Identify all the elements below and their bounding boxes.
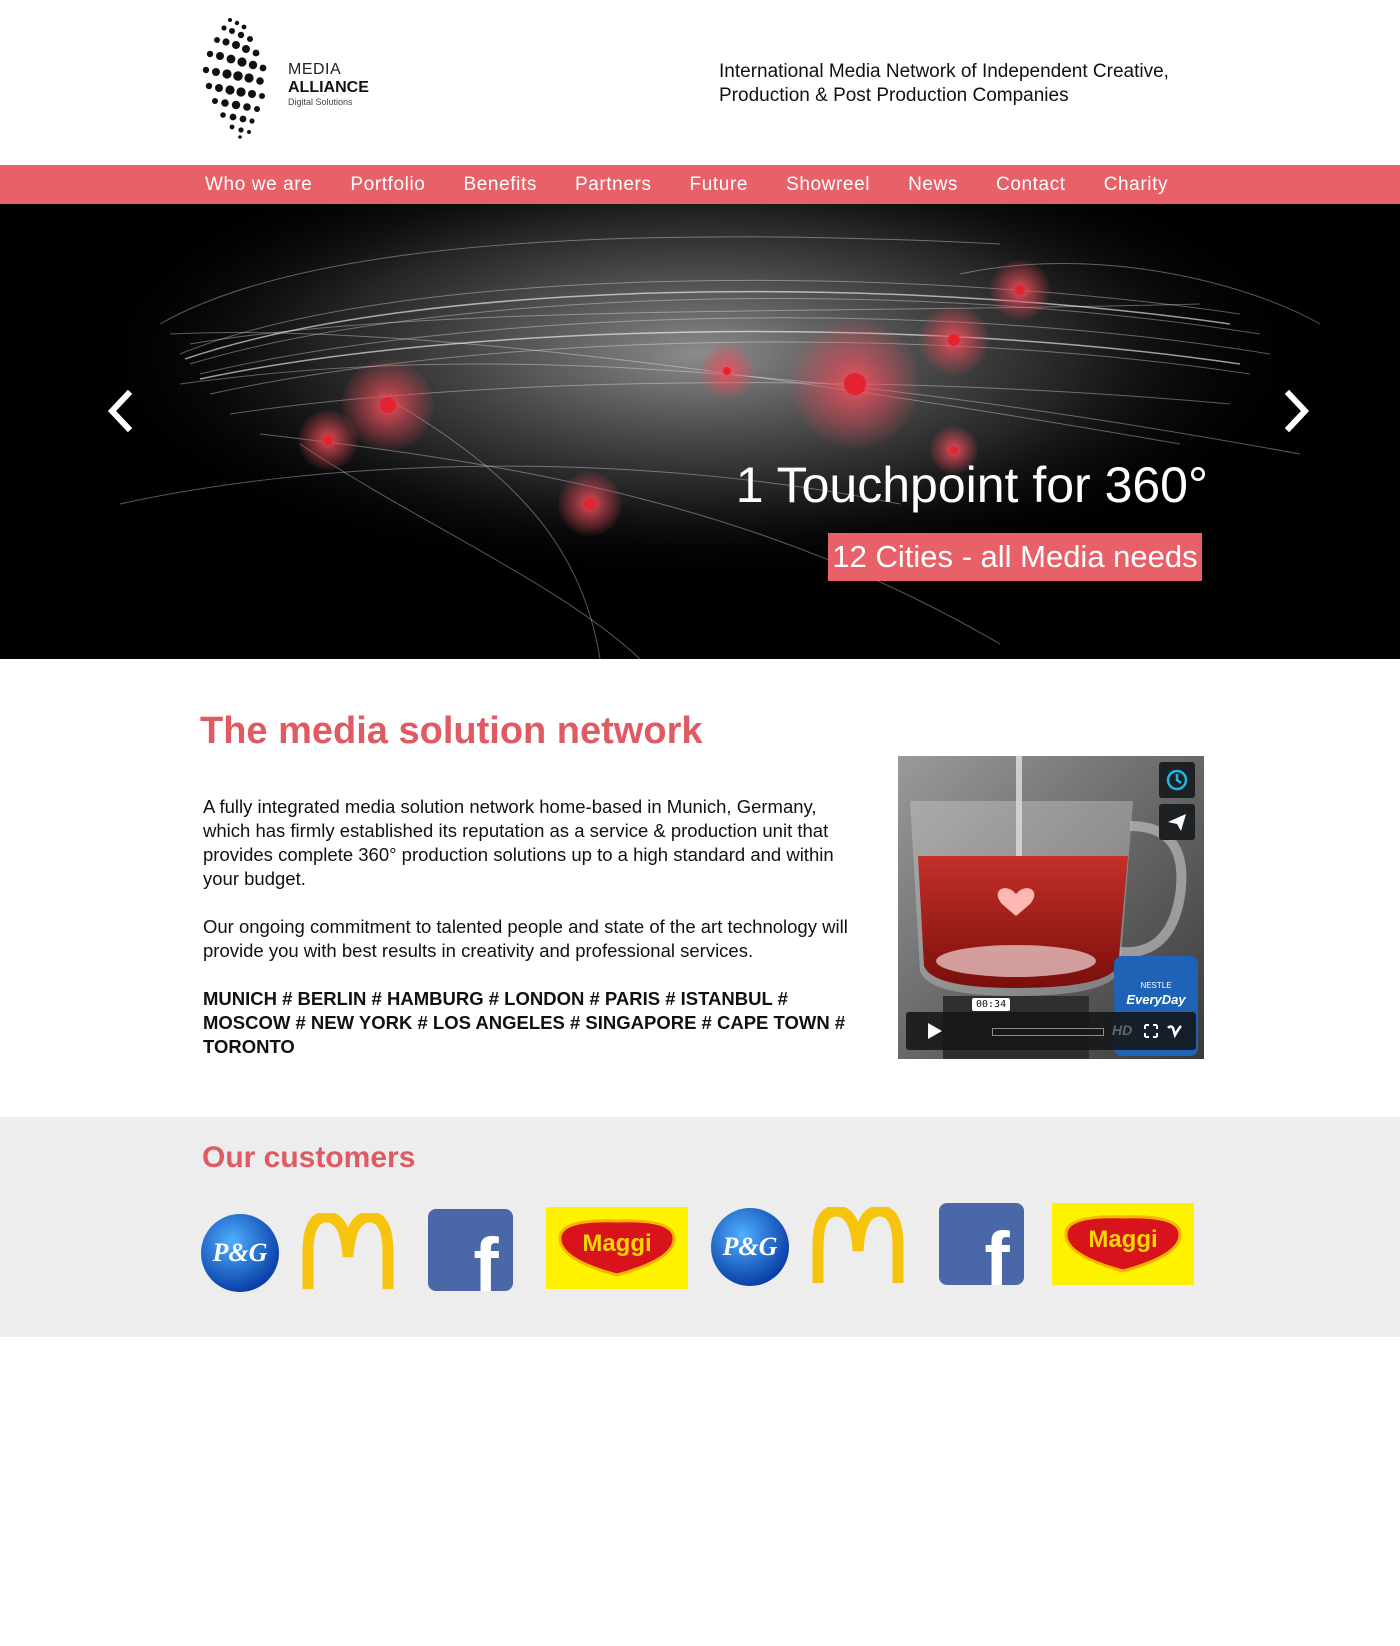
share-button[interactable] <box>1159 804 1195 840</box>
nav-item-portfolio[interactable]: Portfolio <box>350 165 425 204</box>
nav-item-partners[interactable]: Partners <box>575 165 652 204</box>
pg-logo-icon: P&G <box>711 1208 789 1286</box>
tagline-line-2: Production & Post Production Companies <box>719 85 1069 106</box>
nav-item-showreel[interactable]: Showreel <box>786 165 870 204</box>
maggi-logo-icon: Maggi <box>546 1207 688 1289</box>
nav-list: Who we are Portfolio Benefits Partners F… <box>205 165 1206 204</box>
intro-paragraph-1: A fully integrated media solution networ… <box>203 796 834 889</box>
site-header: MEDIA ALLIANCE Digital Solutions Interna… <box>0 0 1400 165</box>
facebook-logo-icon: f <box>939 1203 1024 1302</box>
header-tagline: International Media Network of Independe… <box>719 60 1219 108</box>
nav-item-future[interactable]: Future <box>690 165 749 204</box>
mcdonalds-arches-icon <box>302 1211 394 1289</box>
vimeo-icon <box>1167 1025 1182 1039</box>
slider-next-button[interactable] <box>1277 386 1317 436</box>
tagline-line-1: International Media Network of Independe… <box>719 61 1169 82</box>
hd-toggle[interactable]: HD <box>1112 1022 1132 1038</box>
product-brand-text: NESTLE <box>1140 981 1171 990</box>
nav-item-news[interactable]: News <box>908 165 958 204</box>
hero-subtitle-badge: 12 Cities - all Media needs <box>828 533 1202 581</box>
video-controls: 00:34 HD <box>906 998 1196 1050</box>
product-name-text: EveryDay <box>1126 992 1186 1007</box>
video-progress-bar[interactable] <box>992 1028 1104 1036</box>
send-icon <box>1168 814 1186 831</box>
fullscreen-button[interactable] <box>1142 1022 1160 1040</box>
customer-logo-maggi[interactable]: Maggi <box>546 1207 688 1289</box>
mcdonalds-arches-icon <box>812 1205 904 1283</box>
facebook-logo-text: f <box>984 1217 1010 1285</box>
vimeo-link[interactable] <box>1166 1022 1184 1040</box>
chevron-left-icon <box>107 389 133 433</box>
fullscreen-icon <box>1144 1024 1158 1038</box>
maggi-logo-icon: Maggi <box>1052 1203 1194 1285</box>
nav-item-charity[interactable]: Charity <box>1104 165 1168 204</box>
nav-item-who-we-are[interactable]: Who we are <box>205 165 312 204</box>
logo-line-alliance: ALLIANCE <box>288 79 369 96</box>
logo-wordmark: MEDIA ALLIANCE Digital Solutions <box>288 62 369 107</box>
maggi-logo-text: Maggi <box>1088 1226 1157 1253</box>
logo-dots-icon <box>202 18 267 139</box>
hero-slider: 1 Touchpoint for 360° 12 Cities - all Me… <box>0 204 1400 659</box>
intro-paragraph-2: Our ongoing commitment to talented peopl… <box>203 916 848 961</box>
watch-later-button[interactable] <box>1159 762 1195 798</box>
media-alliance-logo[interactable]: MEDIA ALLIANCE Digital Solutions <box>200 14 370 140</box>
facebook-logo-text: f <box>473 1223 499 1291</box>
nav-item-benefits[interactable]: Benefits <box>463 165 536 204</box>
network-map-image <box>0 204 1400 659</box>
pg-logo-text: P&G <box>212 1238 268 1267</box>
customer-logo-maggi-2[interactable]: Maggi <box>1052 1203 1194 1285</box>
customer-logo-facebook[interactable]: f <box>428 1209 513 1308</box>
hero-title: 1 Touchpoint for 360° <box>735 457 1208 513</box>
customers-section: Our customers P&G f Maggi P&G f Maggi <box>0 1117 1400 1337</box>
clock-icon <box>1166 769 1188 791</box>
facebook-logo-icon: f <box>428 1209 513 1308</box>
maggi-logo-text: Maggi <box>582 1230 651 1257</box>
slider-prev-button[interactable] <box>100 386 140 436</box>
pg-logo-text: P&G <box>722 1232 778 1261</box>
main-nav: Who we are Portfolio Benefits Partners F… <box>0 165 1400 204</box>
intro-title: The media solution network <box>200 710 703 752</box>
logo-line-media: MEDIA <box>288 61 342 78</box>
pg-logo-icon: P&G <box>201 1214 279 1292</box>
nav-item-contact[interactable]: Contact <box>996 165 1066 204</box>
cities-list: MUNICH # BERLIN # HAMBURG # LONDON # PAR… <box>203 988 846 1057</box>
customer-logo-pg[interactable]: P&G <box>200 1213 280 1293</box>
play-icon <box>928 1023 942 1039</box>
intro-text: A fully integrated media solution networ… <box>203 795 863 1083</box>
video-player[interactable]: NESTLE EveryDay 00:34 HD <box>898 756 1204 1059</box>
customer-logo-mcdonalds-2[interactable] <box>812 1205 904 1285</box>
chevron-right-icon <box>1284 389 1310 433</box>
video-timecode: 00:34 <box>972 998 1011 1011</box>
customer-logo-pg-2[interactable]: P&G <box>710 1207 790 1287</box>
customers-title: Our customers <box>202 1141 416 1174</box>
customer-logo-facebook-2[interactable]: f <box>939 1203 1024 1302</box>
play-button[interactable] <box>906 1012 962 1050</box>
logo-line-sub: Digital Solutions <box>288 97 353 107</box>
customer-logo-mcdonalds[interactable] <box>302 1211 394 1291</box>
